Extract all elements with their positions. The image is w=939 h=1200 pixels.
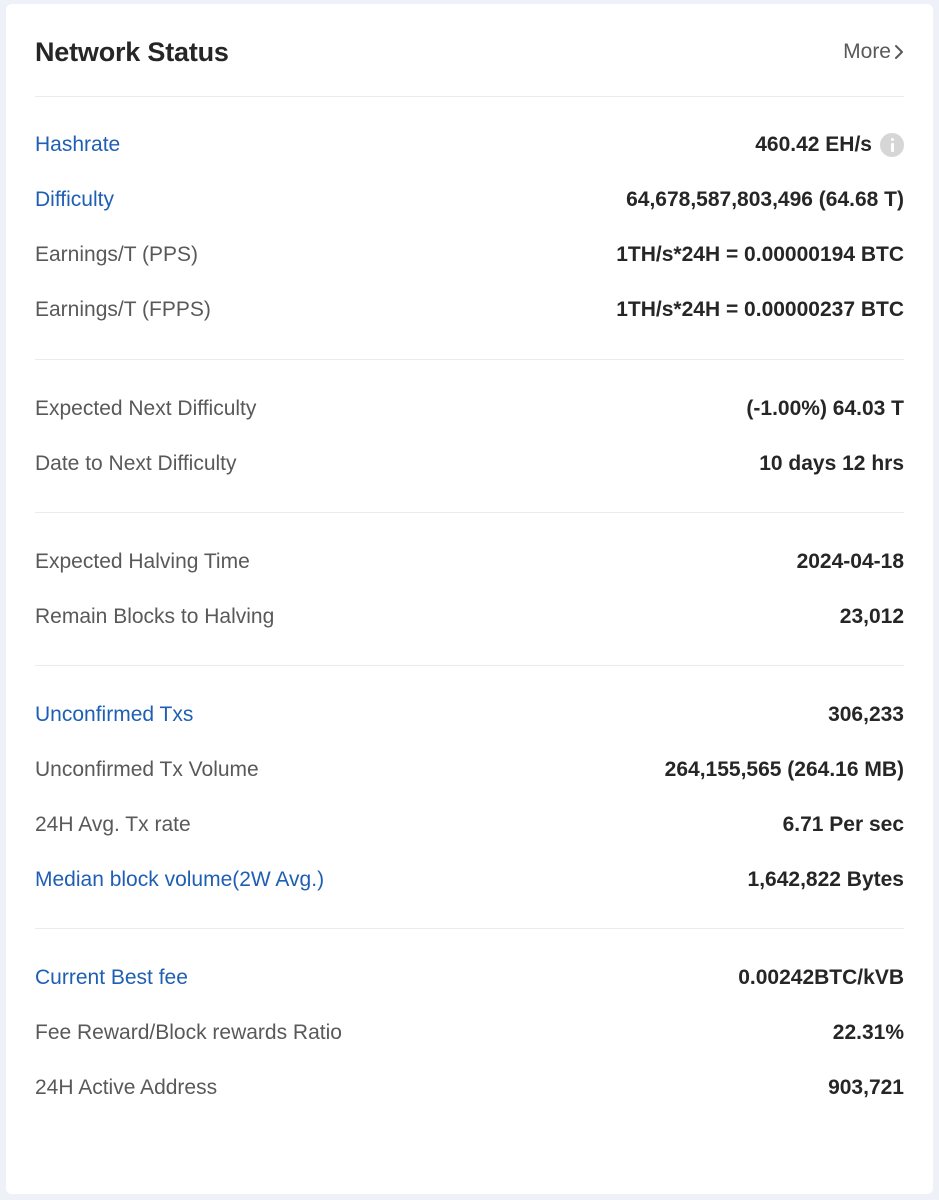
unconfirmed-txs-value: 306,233 xyxy=(828,702,904,726)
halving-time-label: Expected Halving Time xyxy=(35,549,250,573)
tx-rate-value: 6.71 Per sec xyxy=(782,812,904,836)
tx-rate-label: 24H Avg. Tx rate xyxy=(35,812,191,836)
date-to-next-difficulty-label: Date to Next Difficulty xyxy=(35,451,237,475)
halving-group: Expected Halving Time 2024-04-18 Remain … xyxy=(35,534,904,666)
stat-row-halving-time: Expected Halving Time 2024-04-18 xyxy=(35,534,904,589)
remain-blocks-label: Remain Blocks to Halving xyxy=(35,604,275,628)
fee-ratio-label: Fee Reward/Block rewards Ratio xyxy=(35,1020,342,1044)
stat-row-fee-ratio: Fee Reward/Block rewards Ratio 22.31% xyxy=(35,1005,904,1060)
stat-row-remain-blocks: Remain Blocks to Halving 23,012 xyxy=(35,589,904,644)
stat-value-hashrate: 460.42 EH/s xyxy=(755,132,904,157)
stat-row-best-fee: Current Best fee 0.00242BTC/kVB xyxy=(35,950,904,1005)
stat-row-date-to-next-difficulty: Date to Next Difficulty 10 days 12 hrs xyxy=(35,436,904,491)
hashrate-link[interactable]: Hashrate xyxy=(35,133,120,157)
difficulty-link[interactable]: Difficulty xyxy=(35,188,114,212)
stat-row-unconfirmed-txs: Unconfirmed Txs 306,233 xyxy=(35,687,904,742)
unconfirmed-volume-value: 264,155,565 (264.16 MB) xyxy=(664,757,904,781)
next-difficulty-label: Expected Next Difficulty xyxy=(35,396,257,420)
stat-row-next-difficulty: Expected Next Difficulty (-1.00%) 64.03 … xyxy=(35,381,904,436)
halving-time-value: 2024-04-18 xyxy=(796,549,904,573)
earnings-pps-label: Earnings/T (PPS) xyxy=(35,242,199,266)
stat-row-unconfirmed-volume: Unconfirmed Tx Volume 264,155,565 (264.1… xyxy=(35,742,904,797)
card-header: Network Status More xyxy=(35,4,904,97)
stat-row-earnings-fpps: Earnings/T (FPPS) 1TH/s*24H = 0.00000237… xyxy=(35,282,904,337)
unconfirmed-volume-label: Unconfirmed Tx Volume xyxy=(35,757,259,781)
fee-ratio-value: 22.31% xyxy=(832,1020,904,1044)
remain-blocks-value: 23,012 xyxy=(839,604,904,628)
stat-row-difficulty: Difficulty 64,678,587,803,496 (64.68 T) xyxy=(35,172,904,227)
active-address-value: 903,721 xyxy=(828,1075,904,1099)
stat-row-median-block-volume: Median block volume(2W Avg.) 1,642,822 B… xyxy=(35,852,904,907)
difficulty-value: 64,678,587,803,496 (64.68 T) xyxy=(626,187,904,211)
stat-row-tx-rate: 24H Avg. Tx rate 6.71 Per sec xyxy=(35,797,904,852)
best-fee-link[interactable]: Current Best fee xyxy=(35,966,188,990)
more-label: More xyxy=(843,40,891,63)
difficulty-adjustment-group: Expected Next Difficulty (-1.00%) 64.03 … xyxy=(35,381,904,513)
median-block-volume-value: 1,642,822 Bytes xyxy=(747,867,904,891)
page-title: Network Status xyxy=(35,37,229,67)
stat-row-earnings-pps: Earnings/T (PPS) 1TH/s*24H = 0.00000194 … xyxy=(35,227,904,282)
stat-row-hashrate: Hashrate 460.42 EH/s xyxy=(35,117,904,172)
mempool-group: Unconfirmed Txs 306,233 Unconfirmed Tx V… xyxy=(35,687,904,929)
unconfirmed-txs-link[interactable]: Unconfirmed Txs xyxy=(35,703,193,727)
more-link[interactable]: More xyxy=(843,40,904,64)
earnings-pps-value: 1TH/s*24H = 0.00000194 BTC xyxy=(616,242,904,266)
next-difficulty-value: (-1.00%) 64.03 T xyxy=(746,396,904,420)
earnings-fpps-label: Earnings/T (FPPS) xyxy=(35,297,211,321)
info-icon[interactable] xyxy=(880,132,904,157)
stat-row-active-address: 24H Active Address 903,721 xyxy=(35,1060,904,1115)
fees-group: Current Best fee 0.00242BTC/kVB Fee Rewa… xyxy=(35,950,904,1120)
network-status-card: Network Status More Hashrate 460.42 EH/s… xyxy=(6,4,933,1194)
mining-stats-group: Hashrate 460.42 EH/s Difficulty 64,678,5… xyxy=(35,117,904,360)
active-address-label: 24H Active Address xyxy=(35,1075,218,1099)
chevron-right-icon xyxy=(895,45,903,59)
hashrate-value: 460.42 EH/s xyxy=(755,132,872,156)
median-block-volume-link[interactable]: Median block volume(2W Avg.) xyxy=(35,868,324,892)
date-to-next-difficulty-value: 10 days 12 hrs xyxy=(759,451,904,475)
best-fee-value: 0.00242BTC/kVB xyxy=(738,965,904,989)
earnings-fpps-value: 1TH/s*24H = 0.00000237 BTC xyxy=(616,297,904,321)
